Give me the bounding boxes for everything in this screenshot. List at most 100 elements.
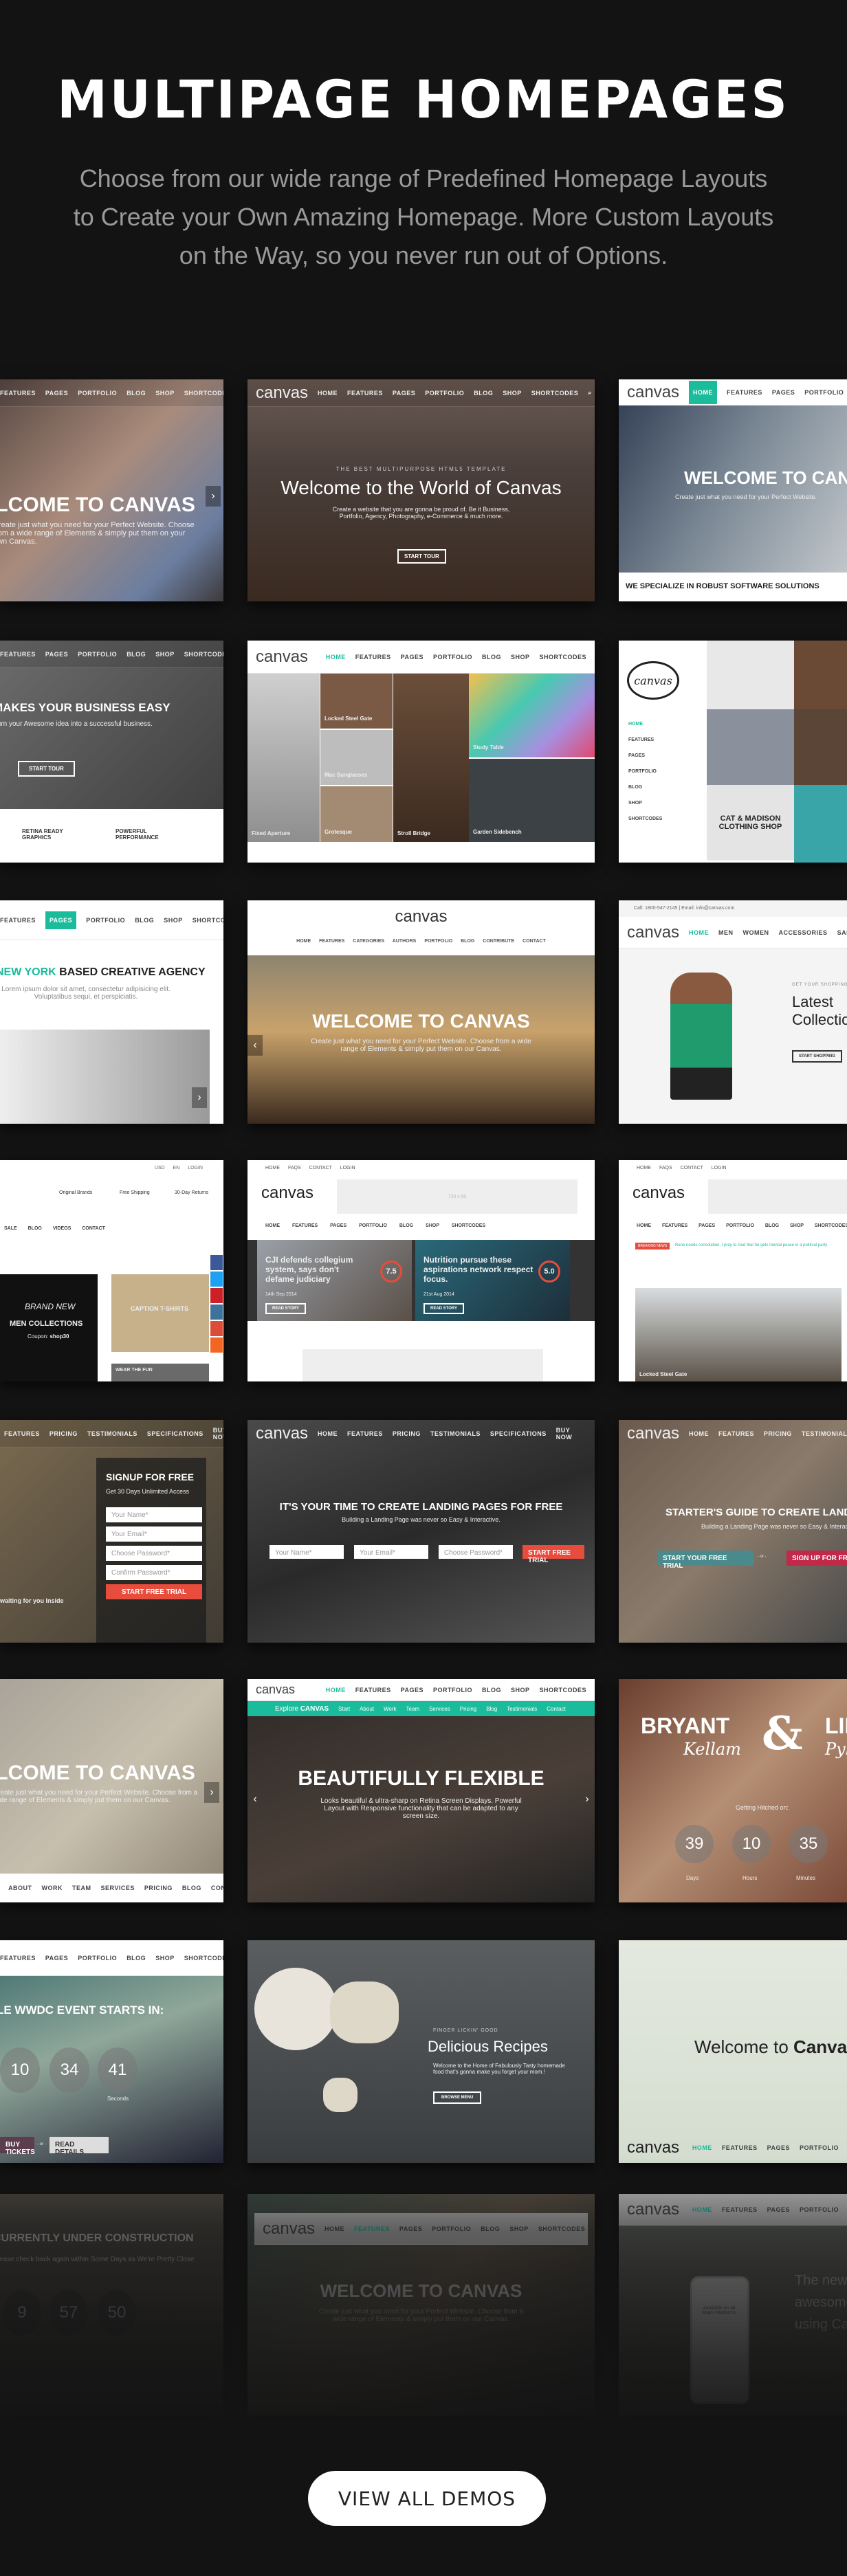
demo-thumbnail[interactable]: canvas HOME FEATURES PAGES PORTFOLIO BLOG SHO… <box>248 1679 595 1902</box>
start-free-trial-button[interactable]: START FREE TRIAL <box>522 1545 584 1564</box>
browse-menu-button[interactable]: BROWSE MENU <box>433 2091 482 2104</box>
demo-thumbnail[interactable]: Welcome to Canvas canvas HOMEFEATURESPAG… <box>619 1940 847 2163</box>
chevron-right-icon[interactable]: › <box>204 1782 219 1803</box>
story-card[interactable]: Nutrition pursue these aspirations netwo… <box>415 1240 570 1321</box>
subtitle-line: on the Way, so you never run out of Opti… <box>179 241 668 269</box>
demo-thumbnail[interactable]: Call: 1800-547-2145 | Email: info@canvas… <box>619 900 847 1124</box>
demo-nav: FEATURESPAGESPORTFOLIOBLOGSHOPSHORTCODES <box>0 641 223 668</box>
breaking-news-ticker[interactable]: Rane needs consolation, I pray to God th… <box>675 1243 827 1247</box>
demo-heading: IT'S YOUR TIME TO CREATE LANDING PAGES F… <box>279 1501 563 1513</box>
ad-placeholder <box>708 1179 847 1214</box>
portfolio-item[interactable]: Locked Steel Gate <box>320 674 393 729</box>
bottom-nav: ABOUTWORKTEAMSERVICESPRICINGBLOGCONTACT <box>0 1874 223 1902</box>
demo-thumbnail[interactable]: canvas HOME FEATURES PRICING TESTIMONIALS SP… <box>248 1420 595 1643</box>
one-page-menu: Explore CANVAS Start About Work Team Service… <box>248 1701 595 1716</box>
sign-up-button[interactable]: SIGN UP FOR FREE <box>786 1551 847 1566</box>
side-nav: HOME FEATURES PAGES PORTFOLIO BLOG SHOP … <box>628 722 663 821</box>
read-details-button[interactable]: READ DETAILS <box>50 2137 109 2156</box>
page-title: MULTIPAGE HOMEPAGES <box>57 69 790 130</box>
demo-heading: BEAUTIFULLY FLEXIBLE <box>298 1767 544 1790</box>
demo-thumbnail[interactable]: CURRENTLY UNDER CONSTRUCTION Please chec… <box>0 2194 223 2416</box>
portfolio-item[interactable]: Garden Sidebench <box>469 759 595 842</box>
promo-tile[interactable]: WEAR THE FUN <box>111 1364 209 1381</box>
demo-nav: FEATURESPAGESPORTFOLIOBLOGSHOPSHORTCODES <box>0 379 223 407</box>
demo-nav: canvas HOME FEATURES PAGES PORTFOLIO <box>619 2194 847 2225</box>
demo-nav: HOME FEATURES PAGES PORTFOLIO BLOG SHOP … <box>265 1223 486 1228</box>
demo-thumbnail[interactable]: canvas HOME FEATURES CATEGORIES AUTHORS … <box>248 900 595 1124</box>
portfolio-item[interactable]: Mac Sunglasses <box>320 730 393 785</box>
demo-thumbnail[interactable]: canvas HOME FEATURES PAGES PORTFOLIO BLO… <box>619 641 847 863</box>
buy-tickets-button[interactable]: BUY TICKETS <box>0 2137 35 2156</box>
demo-text: Building a Landing Page was never so Eas… <box>701 1523 847 1530</box>
page-subtitle: Choose from our wide range of Predefined… <box>55 159 792 275</box>
rss-icon[interactable] <box>210 1337 223 1353</box>
demo-heading: Welcome to Canvas <box>694 2036 847 2057</box>
start-free-trial-button[interactable]: START YOUR FREE TRIAL <box>657 1551 754 1570</box>
demo-thumbnail[interactable]: FEATURESPAGESPORTFOLIOBLOGSHOPSHORTCODES… <box>0 900 223 1124</box>
demo-nav: canvas HOME FEATURES PAGES PORTFOLIO BLOG SHO… <box>248 379 595 407</box>
demo-text: Create just what you need for your Perfe… <box>675 493 817 500</box>
view-all-demos-button[interactable]: VIEW ALL DEMOS <box>308 2471 546 2526</box>
demo-thumbnail[interactable]: canvas HOME FEATURES PAGES PORTFOLIO Availa… <box>619 2194 847 2416</box>
portfolio-item[interactable]: Fixed Aperture <box>248 674 320 842</box>
score-badge: 7.5 <box>380 1261 402 1283</box>
breaking-news-label: BREAKING NEWS <box>635 1243 670 1250</box>
ampersand: & <box>762 1707 803 1760</box>
instagram-icon[interactable] <box>210 1304 223 1320</box>
chevron-right-icon[interactable]: › <box>206 486 221 507</box>
pinterest-icon[interactable] <box>210 1288 223 1303</box>
demo-thumbnail[interactable]: FEATURESPAGESPORTFOLIOBLOGSHOPSHORTCODES… <box>0 641 223 863</box>
demo-thumbnail[interactable]: FEATURESPAGESPORTFOLIOBLOGSHOPSHORTCODES… <box>0 379 223 601</box>
facebook-icon[interactable] <box>210 1255 223 1270</box>
email-field[interactable]: Your Email* <box>106 1526 202 1542</box>
twitter-icon[interactable] <box>210 1272 223 1287</box>
demo-thumbnail[interactable]: canvas HOME FEATURES PAGES PORTFOLIO BLOG SHO… <box>248 2194 595 2416</box>
demo-text: Create a website that you are gonna be p… <box>332 506 510 520</box>
portfolio-item[interactable]: Grotesque <box>320 786 393 842</box>
demo-thumbnail[interactable]: HOME FAQS CONTACT LOGIN canvas HOME FEAT… <box>619 1160 847 1381</box>
demo-nav: HOME FEATURES PAGES PORTFOLIO BLOG SHOP … <box>637 1223 847 1228</box>
topbar: Call: 1800-547-2145 | Email: info@canvas… <box>634 906 735 911</box>
demo-thumbnail[interactable]: canvas HOME FEATURES PAGES PORTFOLIO BLOG SHO… <box>248 641 595 863</box>
demo-thumbnail[interactable]: canvas HOME FEATURES PAGES PORTFOLIO BLOG SHO… <box>248 379 595 601</box>
card-text: CAT & MADISON CLOTHING SHOP <box>707 785 794 860</box>
phone-image: Available on all Major Platforms <box>690 2276 749 2404</box>
chevron-left-icon[interactable]: ‹ <box>248 1789 263 1810</box>
demo-thumbnail[interactable]: FEATURESPAGESPORTFOLIOBLOGSHOPSHORTCODES… <box>0 1940 223 2163</box>
promo-tile[interactable]: CAPTION T-SHIRTS <box>111 1274 209 1352</box>
demo-nav: FEATURESPAGESPORTFOLIOBLOGSHOPSHORTCODES <box>0 1940 223 1976</box>
topbar: HOME FAQS CONTACT LOGIN <box>637 1166 727 1170</box>
signup-form: SIGNUP FOR FREE Get 30 Days Unlimited Ac… <box>96 1458 206 1643</box>
portfolio-item[interactable]: Study Table <box>469 674 595 757</box>
email-field[interactable]: Your Email* <box>354 1545 428 1559</box>
demo-text: Create just what you need for your Perfe… <box>0 521 195 546</box>
promo-banner[interactable]: BRAND NEW MEN COLLECTIONS Coupon: shop30 <box>0 1274 98 1381</box>
demo-thumbnail[interactable]: FEATURES PRICING TESTIMONIALS SPECIFICATION… <box>0 1420 223 1643</box>
demo-thumbnail[interactable]: canvas HOME FEATURES PRICING TESTIMONIALS S… <box>619 1420 847 1643</box>
features-band: RETINA READY GRAPHICS POWERFUL PERFORMAN… <box>0 809 223 863</box>
demo-thumbnail[interactable]: FINGER LICKIN' GOOD Delicious Recipes We… <box>248 1940 595 2163</box>
google-plus-icon[interactable] <box>210 1321 223 1336</box>
chevron-right-icon[interactable]: › <box>580 1789 595 1810</box>
demo-thumbnail[interactable]: USD EN LOGIN Original Brands Free Shippi… <box>0 1160 223 1381</box>
demo-heading: WELCOME TO CANVAS <box>320 2280 522 2301</box>
name-field[interactable]: Your Name* <box>270 1545 344 1559</box>
password-field[interactable]: Choose Password* <box>439 1545 513 1559</box>
confirm-password-field[interactable]: Confirm Password* <box>106 1565 202 1580</box>
demo-thumbnail[interactable]: HOME FAQS CONTACT LOGIN canvas 720 x 90 … <box>248 1160 595 1381</box>
chevron-right-icon[interactable]: › <box>192 1087 207 1108</box>
start-tour-button[interactable]: START TOUR <box>18 761 75 777</box>
logo: canvas <box>395 907 448 926</box>
portfolio-item[interactable]: Stroll Bridge <box>393 674 469 842</box>
password-field[interactable]: Choose Password* <box>106 1546 202 1561</box>
demo-thumbnail[interactable]: BRYANT Kellam & LILY Pyle Getting Hitche… <box>619 1679 847 1902</box>
demo-nav: FEATURES PRICING TESTIMONIALS SPECIFICATION… <box>0 1420 223 1447</box>
start-tour-button[interactable]: START TOUR <box>397 549 446 564</box>
chevron-left-icon[interactable]: ‹ <box>248 1035 263 1056</box>
story-card[interactable]: CJI defends collegium system, says don't… <box>257 1240 412 1321</box>
start-free-trial-button[interactable]: START FREE TRIAL <box>106 1584 202 1599</box>
demo-thumbnail[interactable]: canvas HOME FEATURES PAGES PORTFOLIO WELCOM… <box>619 379 847 601</box>
demo-thumbnail[interactable]: WELCOME TO CANVAS Create just what you n… <box>0 1679 223 1902</box>
name-field[interactable]: Your Name* <box>106 1507 202 1522</box>
subtitle-line: to Create your Own Amazing Homepage. Mor… <box>73 203 774 231</box>
